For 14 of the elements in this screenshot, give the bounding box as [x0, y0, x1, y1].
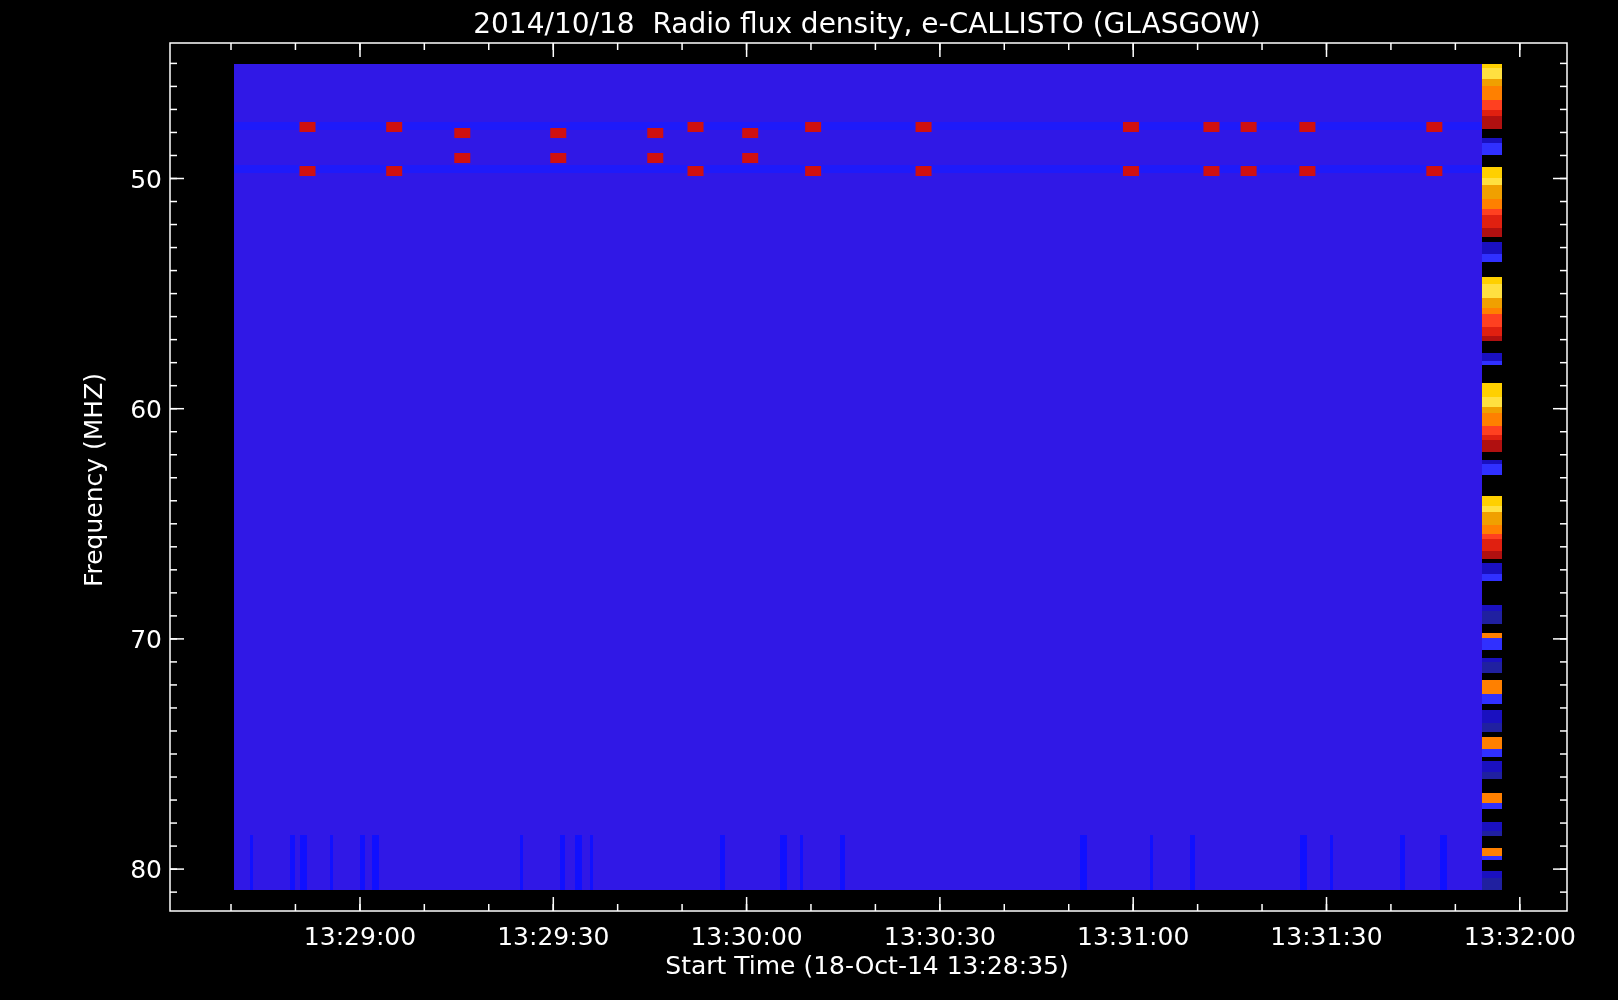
axis-tick-label: 13:32:00: [1463, 922, 1576, 951]
axis-tick-label: 13:30:00: [690, 922, 803, 951]
y-axis-label: Frequency (MHZ): [79, 372, 108, 588]
chart-title: 2014/10/18 Radio flux density, e-CALLISTO (GLASGOW): [473, 7, 1261, 40]
axis-tick-label: 13:29:00: [303, 922, 417, 951]
x-axis-label: Start Time (18-Oct-14 13:28:35): [665, 951, 1069, 980]
axis-tick-label: 13:29:30: [497, 922, 610, 951]
axis-tick-label: 13:30:30: [883, 922, 997, 951]
axis-tick-label: 13:31:00: [1077, 922, 1190, 951]
axis-tick-label: 70: [130, 624, 162, 654]
axis-tick-label: 50: [130, 164, 162, 194]
axis-tick-label: 80: [130, 855, 162, 885]
axis-tick-label: 60: [130, 394, 162, 424]
axis-tick-label: 13:31:30: [1270, 922, 1383, 951]
